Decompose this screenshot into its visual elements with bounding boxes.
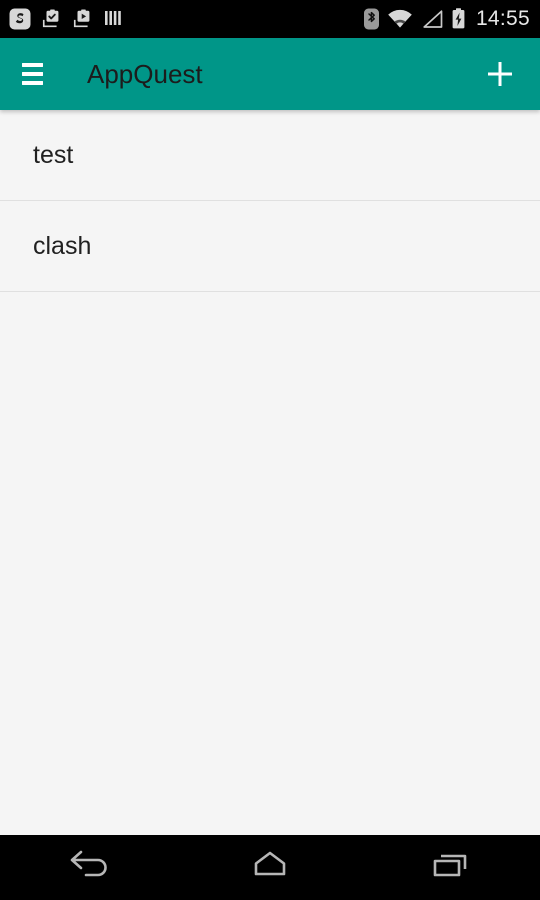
bluetooth-icon bbox=[363, 7, 380, 31]
download-complete-icon bbox=[41, 8, 63, 30]
status-bar-left-icons bbox=[8, 7, 123, 31]
quest-list: test clash bbox=[0, 110, 540, 835]
bars-notification-icon bbox=[103, 8, 123, 30]
download-play-icon bbox=[72, 8, 94, 30]
phone-screen: 14:55 AppQuest test clash bbox=[0, 0, 540, 900]
recents-button[interactable] bbox=[360, 835, 540, 900]
hamburger-bar bbox=[22, 81, 43, 85]
hamburger-bar bbox=[22, 72, 43, 76]
plus-icon[interactable] bbox=[478, 52, 522, 96]
home-button[interactable] bbox=[180, 835, 360, 900]
page-title: AppQuest bbox=[87, 58, 203, 89]
wifi-icon bbox=[387, 8, 413, 30]
battery-charging-icon bbox=[451, 7, 466, 31]
status-bar: 14:55 bbox=[0, 0, 540, 38]
app-notification-icon bbox=[8, 7, 32, 31]
list-item[interactable]: test bbox=[0, 110, 540, 201]
home-icon bbox=[244, 848, 296, 887]
list-item-label: clash bbox=[33, 231, 92, 260]
app-bar: AppQuest bbox=[0, 38, 540, 110]
status-bar-clock: 14:55 bbox=[475, 7, 530, 30]
list-item[interactable]: clash bbox=[0, 201, 540, 292]
recents-icon bbox=[424, 848, 476, 887]
list-item-label: test bbox=[33, 140, 74, 169]
hamburger-icon[interactable] bbox=[22, 59, 52, 89]
back-arrow-icon bbox=[64, 848, 116, 887]
back-button[interactable] bbox=[0, 835, 180, 900]
cellular-signal-icon bbox=[420, 8, 444, 30]
status-bar-right-icons: 14:55 bbox=[363, 7, 530, 31]
hamburger-bar bbox=[22, 63, 43, 67]
navigation-bar bbox=[0, 835, 540, 900]
